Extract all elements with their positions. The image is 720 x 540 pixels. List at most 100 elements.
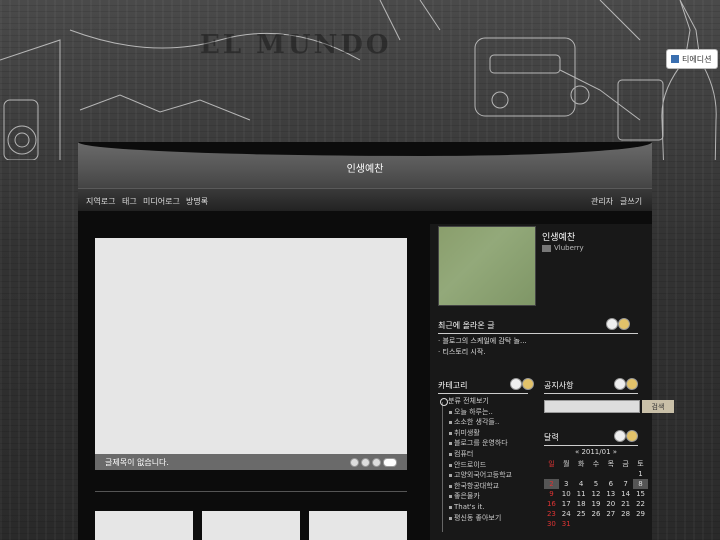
calendar-day: 27 (606, 510, 616, 518)
calendar-day: 6 (608, 480, 614, 488)
search-input[interactable] (544, 400, 640, 413)
category-item[interactable]: That's it. (440, 502, 512, 513)
calendar-day: 12 (591, 490, 601, 498)
calendar: « 2011/01 » 일 월 화 수 목 금 토 1 2345678 9 10 1… (544, 448, 648, 529)
featured-caption[interactable]: 글제목이 없습니다. (105, 457, 169, 468)
calendar-day: 15 (636, 490, 645, 498)
calendar-day: 8 (633, 479, 648, 489)
menu-tag[interactable]: 태그 (122, 196, 137, 207)
post-thumbnail[interactable] (95, 511, 193, 540)
tag-badge-icon (522, 378, 534, 390)
menu-admin[interactable]: 관리자 (591, 196, 613, 207)
calendar-day (603, 469, 618, 479)
calendar-day: 18 (576, 500, 586, 508)
calendar-day (559, 469, 574, 479)
weekday-label: 월 (563, 460, 570, 468)
calendar-day (633, 519, 648, 529)
recent-posts-list: · 블로그의 스케일에 감탁 놀... · 티스토리 시작. (438, 336, 527, 358)
category-root[interactable]: 분류 전체보기 (440, 396, 512, 407)
calendar-grid: 일 월 화 수 목 금 토 1 2345678 9 10 11 12 13 14 15 16… (544, 459, 648, 529)
category-item[interactable]: 좋은물카 (440, 491, 512, 502)
newsprint-headline: EL MUNDO (200, 30, 392, 60)
calendar-day (589, 469, 604, 479)
weekday-label: 화 (577, 460, 585, 468)
calendar-day: 7 (623, 480, 628, 488)
calendar-day: 13 (606, 490, 616, 498)
calendar-day: 5 (593, 480, 599, 488)
category-item[interactable]: 한국항공대학교 (440, 481, 512, 492)
blog-header: 인생예찬 (78, 142, 652, 188)
category-item[interactable]: 취미생활 (440, 428, 512, 439)
calendar-day (603, 519, 618, 529)
profile-image[interactable] (438, 226, 536, 306)
tag-badge-icon (626, 430, 638, 442)
calendar-day: 14 (621, 490, 631, 498)
record-badge-icon (614, 430, 626, 442)
tag-badge-icon (626, 378, 638, 390)
calendar-day: 9 (549, 490, 554, 498)
ink-drip-decoration (78, 142, 652, 156)
menu-guestbook[interactable]: 방명록 (186, 196, 208, 207)
t-edition-button[interactable]: 티에디션 (666, 49, 718, 69)
top-menu: 지역로그 태그 미디어로그 방명록 관리자 글쓰기 (78, 188, 652, 211)
calendar-day (589, 519, 604, 529)
record-badge-icon (606, 318, 618, 330)
calendar-day: 25 (576, 510, 586, 518)
category-item[interactable]: 소소한 생각들.. (440, 417, 512, 428)
profile-username: Vluberry (554, 244, 584, 252)
weekday-label: 목 (607, 460, 615, 468)
slider-dot[interactable] (372, 458, 381, 467)
calendar-day: 26 (591, 510, 601, 518)
sketch-illustrations (0, 0, 717, 160)
record-badge-icon (510, 378, 522, 390)
weekday-label: 금 (622, 460, 629, 468)
calendar-day: 3 (564, 480, 569, 488)
calendar-day: 19 (591, 500, 601, 508)
calendar-day: 2 (544, 479, 559, 489)
category-item[interactable]: 안드로이드 (440, 460, 512, 471)
calendar-day: 1 (638, 470, 643, 478)
slider-dot[interactable] (350, 458, 359, 467)
slider-dot[interactable] (361, 458, 370, 467)
record-badge-icon (614, 378, 626, 390)
calendar-day (574, 519, 589, 529)
tag-badge-icon (618, 318, 630, 330)
divider (95, 491, 407, 492)
featured-caption-bar: 글제목이 없습니다. (95, 454, 407, 470)
category-item[interactable]: 고양외국어고등학교 (440, 470, 512, 481)
slider-dot-active[interactable] (383, 458, 397, 467)
calendar-day (574, 469, 589, 479)
post-thumbnail[interactable] (309, 511, 407, 540)
menu-write[interactable]: 글쓰기 (620, 196, 642, 207)
featured-post-slider[interactable]: 글제목이 없습니다. (95, 238, 407, 470)
menu-local-log[interactable]: 지역로그 (86, 196, 115, 207)
calendar-day: 30 (546, 520, 556, 528)
slider-pager (350, 458, 397, 467)
sidebar: 인생예찬 Vluberry 최근에 올라온 글 · 블로그의 스케일에 감탁 놀… (430, 224, 674, 540)
calendar-day (544, 469, 559, 479)
recent-post-item[interactable]: · 블로그의 스케일에 감탁 놀... (438, 336, 527, 347)
weekday-label: 수 (592, 460, 600, 468)
calendar-day: 20 (606, 500, 616, 508)
calendar-month[interactable]: « 2011/01 » (544, 448, 648, 456)
t-edition-label: 티에디션 (682, 54, 712, 64)
search-button[interactable]: 검색 (642, 400, 674, 413)
calendar-day: 10 (561, 490, 571, 498)
calendar-day: 11 (576, 490, 586, 498)
recent-post-item[interactable]: · 티스토리 시작. (438, 347, 527, 358)
menu-media-log[interactable]: 미디어로그 (143, 196, 180, 207)
category-item[interactable]: 블로그를 운영하다 (440, 438, 512, 449)
blog-title[interactable]: 인생예찬 (78, 160, 652, 175)
category-item[interactable]: 평신동 좋아보기 (440, 513, 512, 524)
category-item[interactable]: 오늘 하루는.. (440, 407, 512, 418)
calendar-day: 17 (561, 500, 571, 508)
post-thumbnail[interactable] (202, 511, 300, 540)
blog-container: 인생예찬 지역로그 태그 미디어로그 방명록 관리자 글쓰기 글제목이 없습니다… (78, 142, 674, 540)
user-icon (542, 244, 551, 252)
calendar-day: 4 (578, 480, 584, 488)
weekday-label: 토 (637, 460, 644, 468)
profile-user: Vluberry (542, 244, 584, 252)
category-item[interactable]: 컴퓨터 (440, 449, 512, 460)
weekday-label: 일 (548, 460, 555, 468)
calendar-day: 24 (561, 510, 571, 518)
